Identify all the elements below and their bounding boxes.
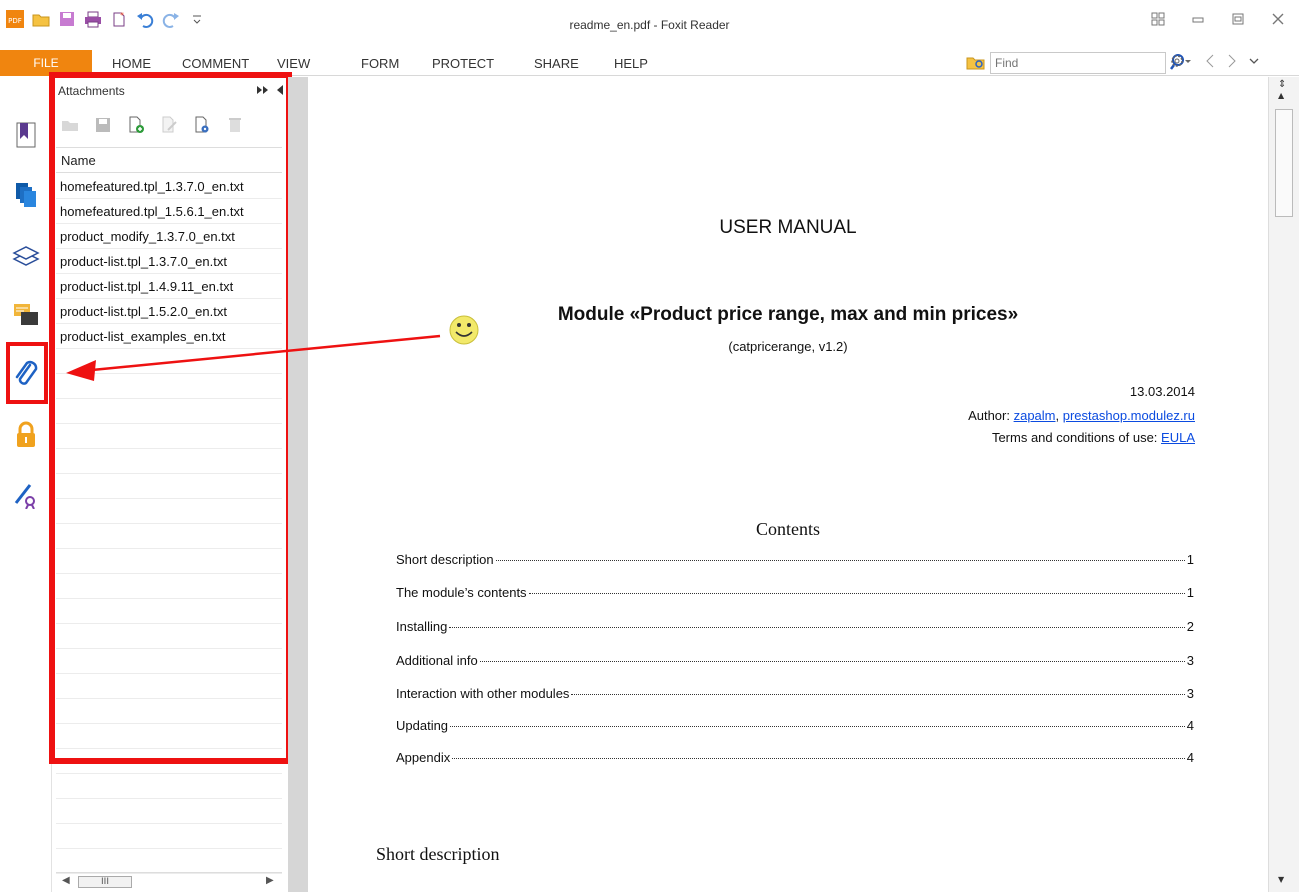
- toc-dots: [449, 627, 1185, 628]
- toc-page: 1: [1186, 585, 1194, 600]
- empty-row: [56, 849, 282, 874]
- doc-date: 13.03.2014: [1129, 384, 1195, 399]
- section-heading: Short description: [376, 844, 500, 864]
- toc-entry[interactable]: The module’s contents 1: [396, 585, 1194, 605]
- right-toolbar: [1170, 52, 1260, 74]
- empty-row: [56, 774, 282, 799]
- close-icon[interactable]: [1261, 6, 1295, 32]
- toc-dots: [571, 694, 1185, 695]
- panel-splitter[interactable]: [288, 77, 308, 892]
- toc-entry[interactable]: Short description 1: [396, 552, 1194, 572]
- vertical-scrollbar[interactable]: ⇕ ▲ ▼: [1268, 77, 1299, 892]
- doc-heading: USER MANUAL: [719, 217, 857, 238]
- toc-entry[interactable]: Installing 2: [396, 619, 1194, 639]
- toc-entry[interactable]: Interaction with other modules 3: [396, 686, 1194, 706]
- layers-icon[interactable]: [8, 237, 44, 273]
- toc-page: 4: [1186, 718, 1194, 733]
- scroll-left-arrow-icon[interactable]: ◀: [62, 875, 70, 886]
- toc-page: 2: [1186, 619, 1194, 634]
- empty-row: [56, 799, 282, 824]
- comments-icon[interactable]: [8, 297, 44, 333]
- toc-label: Interaction with other modules: [396, 686, 570, 701]
- find-folder-icon[interactable]: [966, 53, 986, 74]
- toc-entry[interactable]: Appendix 4: [396, 750, 1194, 770]
- settings-gear-icon[interactable]: [1170, 53, 1194, 73]
- document-page[interactable]: USER MANUAL Module «Product price range,…: [308, 77, 1268, 892]
- toc-dots: [528, 593, 1185, 594]
- signature-pen-icon[interactable]: [8, 477, 44, 513]
- find-bar: [966, 52, 1188, 74]
- security-lock-icon[interactable]: [8, 417, 44, 453]
- window-controls: [1141, 6, 1295, 32]
- author-separator: ,: [1055, 408, 1063, 423]
- find-input[interactable]: [990, 52, 1166, 74]
- title-bar: PDF * readme_en.pdf - Foxit Reader: [0, 0, 1299, 50]
- toc-label: Updating: [396, 718, 449, 733]
- scroll-right-arrow-icon[interactable]: ▶: [266, 875, 274, 886]
- empty-row: [56, 824, 282, 849]
- toc-page: 3: [1186, 686, 1194, 701]
- restore-grid-icon[interactable]: [1141, 6, 1175, 32]
- toc-dots: [452, 758, 1185, 759]
- toc-page: 1: [1186, 552, 1194, 567]
- toc-label: Installing: [396, 619, 448, 634]
- toc-dots: [479, 661, 1185, 662]
- toc-dots: [495, 560, 1185, 561]
- toc-entry[interactable]: Additional info 3: [396, 653, 1194, 673]
- scroll-up-arrow-icon[interactable]: ▲: [1278, 91, 1284, 100]
- attachment-icon-highlight-box: [6, 342, 48, 404]
- terms-label: Terms and conditions of use:: [991, 430, 1162, 445]
- horizontal-scroll-thumb[interactable]: III: [78, 876, 132, 888]
- attachments-panel-highlight-box: [49, 72, 292, 764]
- toc-label: Additional info: [396, 653, 478, 668]
- maximize-icon[interactable]: [1221, 6, 1255, 32]
- split-view-icon[interactable]: ⇕: [1278, 79, 1286, 90]
- toc-label: The module’s contents: [396, 585, 527, 600]
- previous-arrow-icon[interactable]: [1204, 53, 1216, 73]
- horizontal-scrollbar[interactable]: ◀ III ▶: [56, 872, 282, 890]
- toc-page: 4: [1186, 750, 1194, 765]
- doc-subtitle: (catpricerange, v1.2): [728, 339, 848, 354]
- menu-protect[interactable]: PROTECT: [432, 50, 494, 76]
- scroll-down-arrow-icon[interactable]: ▼: [1278, 875, 1284, 884]
- toc-entry[interactable]: Updating 4: [396, 718, 1194, 738]
- author-link[interactable]: zapalm: [1014, 408, 1056, 423]
- doc-author-line: Author: zapalm, prestashop.modulez.ru: [968, 408, 1195, 423]
- doc-terms-line: Terms and conditions of use: EULA: [992, 430, 1195, 445]
- next-arrow-icon[interactable]: [1226, 53, 1238, 73]
- menu-form[interactable]: FORM: [361, 50, 399, 76]
- vertical-scroll-thumb[interactable]: [1275, 109, 1293, 217]
- author-label: Author:: [968, 408, 1014, 423]
- collapse-ribbon-icon[interactable]: [1248, 53, 1260, 73]
- toc-dots: [450, 726, 1185, 727]
- eula-link[interactable]: EULA: [1161, 430, 1195, 445]
- toc-heading: Contents: [755, 519, 820, 539]
- bookmark-icon[interactable]: [8, 117, 44, 153]
- toc-page: 3: [1186, 653, 1194, 668]
- pages-icon[interactable]: [8, 177, 44, 213]
- minimize-icon[interactable]: [1181, 6, 1215, 32]
- menu-help[interactable]: HELP: [614, 50, 648, 76]
- toc-label: Short description: [396, 552, 494, 567]
- navigation-rail: [0, 77, 52, 892]
- menu-share[interactable]: SHARE: [534, 50, 579, 76]
- toc-label: Appendix: [396, 750, 451, 765]
- window-title: readme_en.pdf - Foxit Reader: [569, 18, 730, 32]
- doc-title: Module «Product price range, max and min…: [557, 304, 1019, 325]
- website-link[interactable]: prestashop.modulez.ru: [1063, 408, 1195, 423]
